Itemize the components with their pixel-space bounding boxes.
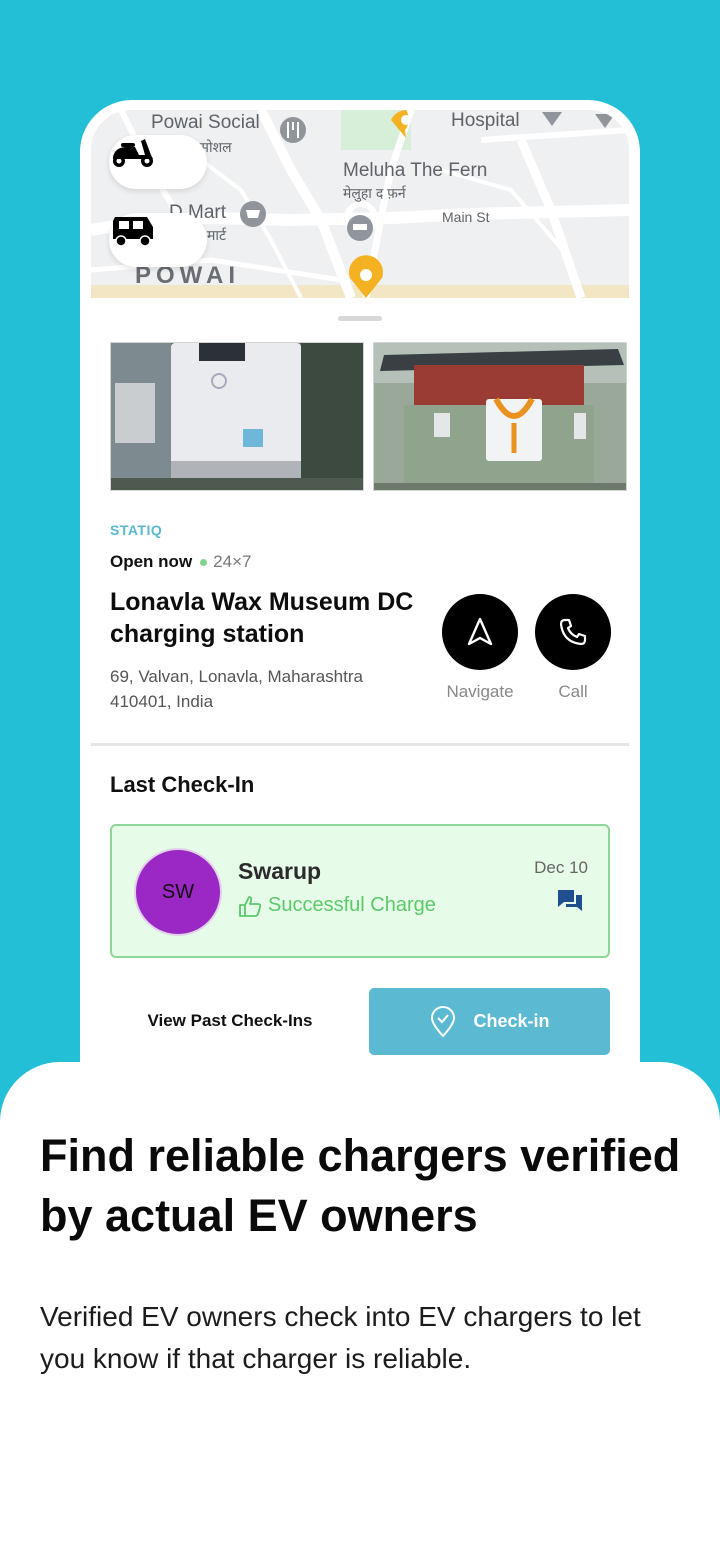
restaurant-marker-icon xyxy=(280,117,306,143)
avatar: SW xyxy=(134,848,222,936)
avatar-initials: SW xyxy=(161,880,195,903)
checkin-user-name: Swarup xyxy=(238,858,322,884)
charger-photo-2[interactable] xyxy=(373,342,627,491)
station-brand: STATIQ xyxy=(110,522,163,538)
charge-status-label: Successful Charge xyxy=(268,894,436,916)
view-past-checkins-button[interactable]: View Past Check-Ins xyxy=(110,988,350,1054)
charger-photo-1[interactable] xyxy=(110,342,364,491)
checkin-card[interactable]: SW Swarup Successful Charge Dec 10 xyxy=(110,824,610,958)
map-label-meluha: Meluha The Fern xyxy=(343,160,488,181)
station-title: Lonavla Wax Museum DC charging station xyxy=(110,588,414,648)
call-button[interactable] xyxy=(535,594,611,670)
map-view[interactable]: Powai Social पवई सोशल Hospital Meluha Th… xyxy=(91,110,629,298)
comments-button[interactable] xyxy=(556,888,584,919)
charge-status: Successful Charge xyxy=(238,894,436,917)
map-label-meluha-hi: मेलुहा द फ़र्न xyxy=(343,185,406,201)
charger-image xyxy=(374,343,626,490)
checkin-button-label: Check-in xyxy=(473,1011,550,1031)
location-check-icon xyxy=(431,1005,456,1037)
status-dot xyxy=(200,558,208,566)
navigate-label: Navigate xyxy=(446,682,514,701)
auto-rickshaw-filter-button[interactable] xyxy=(109,213,207,267)
scooter-icon xyxy=(113,139,153,167)
checkin-button[interactable]: Check-in xyxy=(369,988,610,1055)
scooter-filter-button[interactable] xyxy=(109,135,207,189)
navigate-button[interactable] xyxy=(442,594,518,670)
shop-marker-icon xyxy=(240,201,266,227)
navigation-arrow-icon xyxy=(467,617,493,646)
open-status: Open now 24×7 xyxy=(110,552,251,572)
call-label: Call xyxy=(558,682,588,701)
phone-mockup: Powai Social पवई सोशल Hospital Meluha Th… xyxy=(80,100,640,1100)
open-now-label: Open now xyxy=(110,552,193,571)
onboarding-panel: Find reliable chargers verified by actua… xyxy=(0,1062,720,1558)
chat-bubble-icon xyxy=(558,890,582,911)
section-divider xyxy=(91,743,629,746)
hotel-marker-icon xyxy=(347,215,373,241)
auto-rickshaw-icon xyxy=(113,217,153,247)
map-label-hospital: Hospital xyxy=(451,110,520,131)
map-label-dmart-hi: मार्ट xyxy=(207,227,227,243)
station-address: 69, Valvan, Lonavla, Maharashtra 410401,… xyxy=(110,667,363,711)
map-label-powai-social: Powai Social xyxy=(151,112,260,133)
sheet-drag-handle[interactable] xyxy=(338,316,382,321)
hours-label: 24×7 xyxy=(213,552,252,571)
last-checkin-title: Last Check-In xyxy=(110,772,255,797)
onboarding-description: Verified EV owners check into EV charger… xyxy=(40,1301,641,1374)
charger-image xyxy=(111,343,363,490)
onboarding-headline: Find reliable chargers verified by actua… xyxy=(40,1130,681,1241)
phone-icon xyxy=(559,618,587,646)
map-label-main-st: Main St xyxy=(442,209,490,225)
checkin-date: Dec 10 xyxy=(534,858,588,877)
thumbs-up-icon xyxy=(239,895,262,917)
